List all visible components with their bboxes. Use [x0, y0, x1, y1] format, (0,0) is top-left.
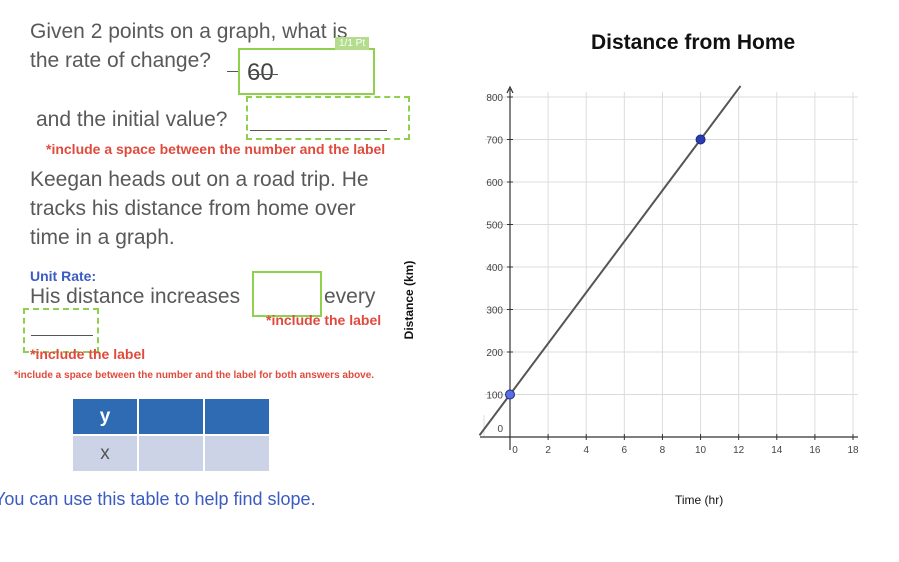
x-tick-label: 16 — [809, 445, 821, 456]
include-label-note-1: *include the label — [266, 312, 382, 328]
y-axis-label: Distance (km) — [402, 261, 416, 340]
chart-title: Distance from Home — [591, 31, 796, 54]
table-hint: You can use this table to help find slop… — [0, 489, 316, 509]
space-note: *include a space between the number and … — [46, 141, 386, 157]
chart-axes — [480, 85, 858, 450]
table-cell-x-label: x — [73, 436, 137, 471]
x-axis-label: Time (hr) — [675, 493, 724, 507]
x-tick-label: 8 — [660, 445, 666, 456]
y-tick-label: 200 — [486, 348, 503, 359]
x-tick-label: 2 — [545, 445, 551, 456]
initial-value-input[interactable] — [246, 96, 410, 140]
scenario-line1: Keegan heads out on a road trip. He — [30, 168, 369, 191]
table-cell[interactable] — [139, 399, 203, 434]
data-point — [505, 389, 515, 400]
x-tick-label: 6 — [622, 445, 628, 456]
x-tick-label: 18 — [847, 445, 859, 456]
y-tick-label: 0 — [497, 424, 503, 435]
rate-answer-input[interactable]: 60 — [238, 48, 375, 95]
table-cell[interactable] — [205, 399, 269, 434]
x-tick-label: 0 — [512, 445, 518, 456]
y-tick-label: 400 — [486, 263, 503, 274]
table-cell[interactable] — [139, 436, 203, 471]
y-tick-label: 100 — [486, 391, 503, 402]
rate-answer-value: 60 — [247, 59, 274, 86]
y-tick-label: 700 — [486, 136, 503, 147]
chart-grid — [483, 92, 858, 437]
y-tick-label: 300 — [486, 306, 503, 317]
answer-strike-line — [250, 74, 278, 75]
x-tick-label: 10 — [695, 445, 707, 456]
question-initial-value: and the initial value? — [36, 108, 228, 131]
x-tick-label: 12 — [733, 445, 745, 456]
y-tick-label: 600 — [486, 178, 503, 189]
chart-ticks: 0 2 4 6 8 10 12 14 16 18 0 100 200 300 400 500 600 700 800 — [486, 93, 859, 456]
unit-rate-sentence-start: His distance increases — [30, 285, 241, 308]
y-tick-label: 500 — [486, 221, 503, 232]
both-answers-note: *include a space between the number and … — [14, 370, 375, 381]
scenario-line3: time in a graph. — [30, 226, 175, 249]
scenario-line2: tracks his distance from home over — [30, 197, 356, 220]
points-badge: 1/1 Pt — [335, 37, 370, 50]
question-rate-line2: the rate of change? — [30, 49, 211, 72]
table-row-x: x — [73, 436, 269, 471]
slope-helper-table: y x — [71, 397, 271, 473]
data-point — [695, 134, 706, 145]
table-cell[interactable] — [205, 436, 269, 471]
table-row-y: y — [73, 399, 269, 434]
y-tick-label: 800 — [486, 93, 503, 104]
x-tick-label: 14 — [771, 445, 783, 456]
table-cell-y-label: y — [73, 399, 137, 434]
question-rate-line1: Given 2 points on a graph, what is — [30, 20, 348, 43]
x-tick-label: 4 — [583, 445, 589, 456]
distance-increase-input[interactable] — [252, 271, 322, 317]
unit-rate-sentence-every: every — [324, 285, 376, 308]
line-chart: 0 2 4 6 8 10 12 14 16 18 0 100 200 300 400 500 600 700 800… — [402, 85, 859, 456]
include-label-note-2: *include the label — [30, 346, 146, 362]
